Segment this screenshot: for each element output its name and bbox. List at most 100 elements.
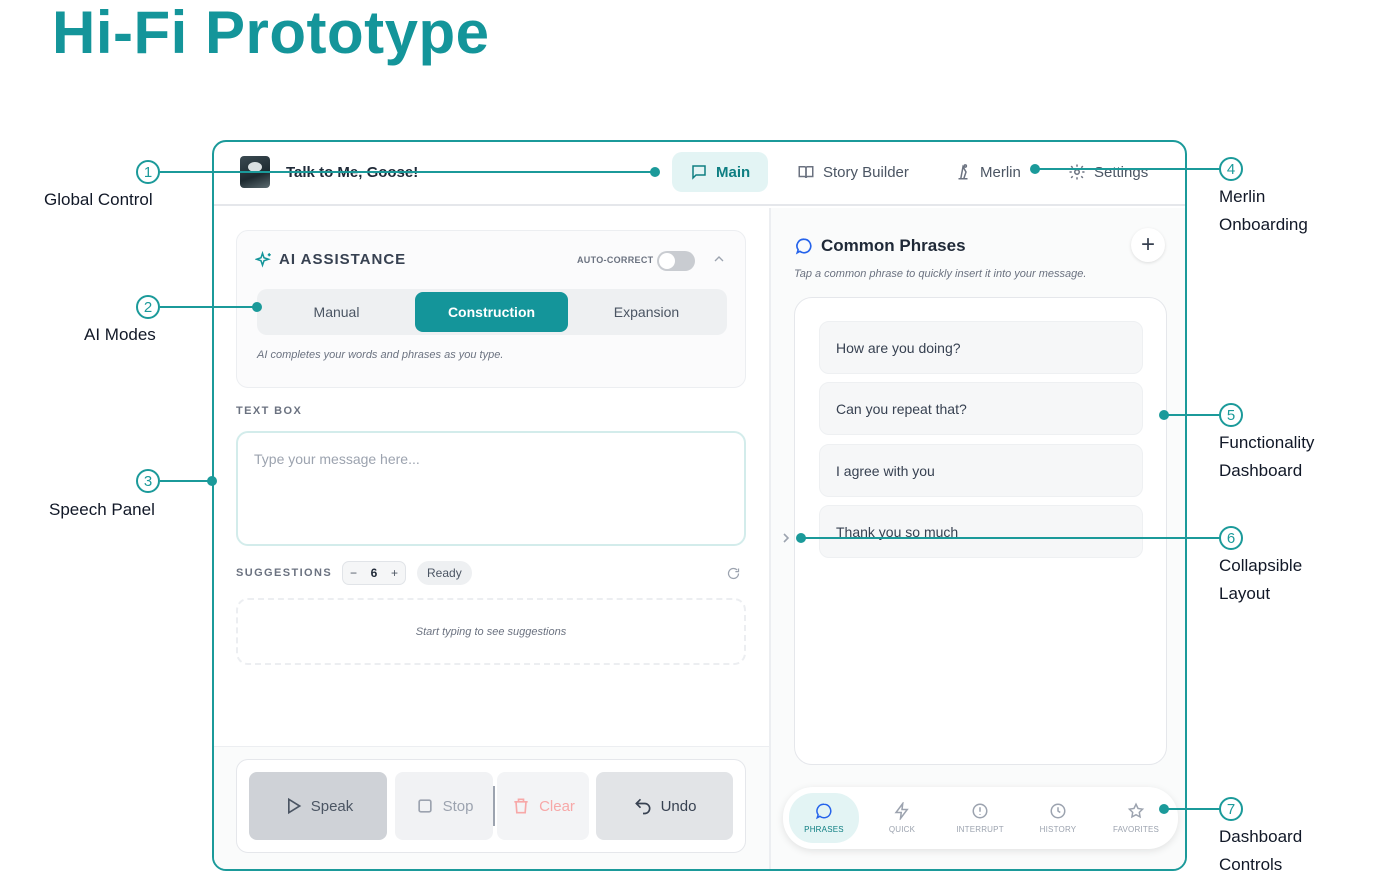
functionality-dashboard: Common Phrases + Tap a common phrase to … <box>769 208 1185 869</box>
tab-history[interactable]: HISTORY <box>1023 793 1093 843</box>
tab-history-label: HISTORY <box>1039 825 1077 834</box>
callout-line-5 <box>1164 414 1220 416</box>
autocorrect-label: AUTO-CORRECT <box>577 255 654 265</box>
callout-label-6: Collapsible Layout <box>1219 556 1303 603</box>
phrase-item[interactable]: Thank you so much <box>819 505 1143 558</box>
callout-number-4: 4 <box>1219 157 1243 181</box>
common-phrases-description: Tap a common phrase to quickly insert it… <box>794 268 1087 280</box>
autocorrect-toggle[interactable] <box>657 251 695 271</box>
undo-label: Undo <box>660 797 697 815</box>
tab-interrupt[interactable]: INTERRUPT <box>945 793 1015 843</box>
suggestions-empty-text: Start typing to see suggestions <box>415 625 567 638</box>
dashboard-controls: PHRASES QUICK INTERRUPT HISTORY FAVORITE… <box>783 787 1178 849</box>
nav-settings-label: Settings <box>1094 163 1149 181</box>
callout-number-6: 6 <box>1219 526 1243 550</box>
chat-bubble-icon <box>815 803 832 820</box>
chat-bubble-icon <box>795 238 812 255</box>
speech-panel: AI ASSISTANCE AUTO-CORRECT Manual Constr… <box>214 208 769 869</box>
message-input[interactable] <box>236 431 746 546</box>
callout-label-5: Functionality Dashboard <box>1219 433 1315 480</box>
callout-number-5: 5 <box>1219 403 1243 427</box>
callout-line-1 <box>160 171 654 173</box>
common-phrases-title: Common Phrases <box>821 236 966 255</box>
nav-story-builder[interactable]: Story Builder <box>779 152 927 192</box>
app-header: Talk to Me, Goose! Main Story Builder Me… <box>214 142 1185 206</box>
book-icon <box>798 166 814 179</box>
undo-button[interactable]: Undo <box>596 772 733 840</box>
chevron-right-icon[interactable] <box>780 531 792 545</box>
tab-favorites-label: FAVORITES <box>1112 825 1160 834</box>
chevron-up-icon[interactable] <box>711 251 727 267</box>
callout-line-4 <box>1035 168 1220 170</box>
add-phrase-button[interactable]: + <box>1131 228 1165 262</box>
stop-label: Stop <box>442 797 474 815</box>
clear-label: Clear <box>539 797 575 815</box>
callout-dot-7 <box>1159 804 1169 814</box>
stop-icon <box>417 799 432 813</box>
callout-line-6 <box>800 537 1220 539</box>
page-title: Hi-Fi Prototype <box>52 0 490 66</box>
trash-icon <box>514 798 528 814</box>
tab-phrases-label: PHRASES <box>804 825 844 834</box>
phrase-item[interactable]: How are you doing? <box>819 321 1143 374</box>
ai-mode-description: AI completes your words and phrases as y… <box>257 349 504 361</box>
callout-dot-4 <box>1030 164 1040 174</box>
mode-expansion-button[interactable]: Expansion <box>570 292 723 332</box>
tab-quick[interactable]: QUICK <box>867 793 937 843</box>
gear-icon <box>1069 164 1085 180</box>
callout-dot-1 <box>650 167 660 177</box>
app-window: Talk to Me, Goose! Main Story Builder Me… <box>212 140 1187 871</box>
refresh-icon[interactable] <box>726 566 741 581</box>
callout-label-1: Global Control <box>44 190 153 209</box>
callout-number-2: 2 <box>136 295 160 319</box>
star-icon <box>1127 802 1145 819</box>
callout-dot-5 <box>1159 410 1169 420</box>
nav-story-builder-label: Story Builder <box>823 163 909 181</box>
callout-number-3: 3 <box>136 469 160 493</box>
clock-icon <box>1050 803 1066 819</box>
tab-favorites[interactable]: FAVORITES <box>1101 793 1171 843</box>
decrement-button[interactable]: − <box>350 566 357 580</box>
callout-dot-2 <box>252 302 262 312</box>
ai-assistance-card: AI ASSISTANCE AUTO-CORRECT Manual Constr… <box>236 230 746 388</box>
suggestions-box: Start typing to see suggestions <box>236 598 746 665</box>
play-icon <box>287 797 301 815</box>
callout-number-1: 1 <box>136 160 160 184</box>
textbox-label: TEXT BOX <box>236 405 303 417</box>
alert-circle-icon <box>972 803 988 819</box>
callout-label-7: Dashboard Controls <box>1219 827 1303 874</box>
ai-assistance-title: AI ASSISTANCE <box>279 251 407 268</box>
action-bar: Speak Stop Clear Undo <box>214 746 769 869</box>
phrase-item[interactable]: Can you repeat that? <box>819 382 1143 435</box>
clear-button[interactable]: Clear <box>497 772 589 840</box>
nav-merlin[interactable]: Merlin <box>936 152 1039 192</box>
sparkle-icon <box>255 251 271 268</box>
speak-button[interactable]: Speak <box>249 772 387 840</box>
action-card: Speak Stop Clear Undo <box>236 759 746 853</box>
mode-manual-button[interactable]: Manual <box>260 292 413 332</box>
suggestion-count-stepper[interactable]: − 6 + <box>342 561 406 585</box>
stop-button[interactable]: Stop <box>395 772 493 840</box>
phrase-item[interactable]: I agree with you <box>819 444 1143 497</box>
nav-main[interactable]: Main <box>672 152 769 192</box>
speak-label: Speak <box>310 797 354 815</box>
nav-settings[interactable]: Settings <box>1050 152 1166 192</box>
phrase-list: How are you doing? Can you repeat that? … <box>794 297 1167 765</box>
tab-phrases[interactable]: PHRASES <box>789 793 859 843</box>
mode-construction-button[interactable]: Construction <box>415 292 568 332</box>
callout-label-4: Merlin Onboarding <box>1219 187 1308 234</box>
tab-interrupt-label: INTERRUPT <box>956 825 1004 834</box>
nav-merlin-label: Merlin <box>980 163 1021 181</box>
callout-line-7 <box>1164 808 1220 810</box>
callout-line-2 <box>160 306 256 308</box>
message-icon <box>692 165 706 180</box>
action-divider <box>493 786 495 826</box>
wizard-icon <box>958 164 968 180</box>
callout-dot-6 <box>796 533 806 543</box>
callout-dot-3 <box>207 476 217 486</box>
undo-icon <box>634 798 650 815</box>
callout-line-3 <box>160 480 212 482</box>
suggestion-count-value: 6 <box>370 566 378 580</box>
callout-number-7: 7 <box>1219 797 1243 821</box>
increment-button[interactable]: + <box>391 566 398 580</box>
